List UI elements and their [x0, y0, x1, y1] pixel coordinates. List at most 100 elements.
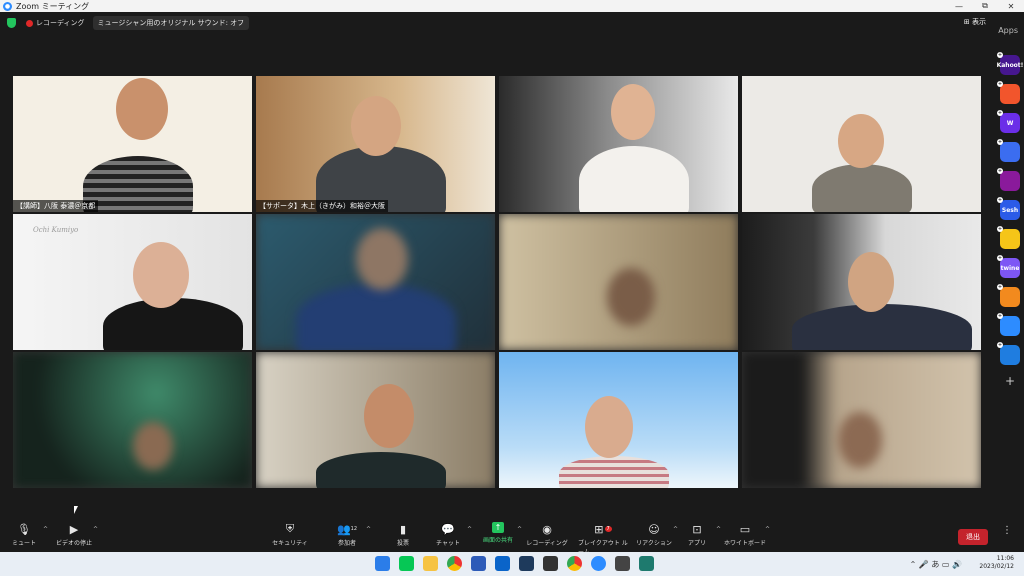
apps-options-caret[interactable]: ^	[716, 526, 721, 533]
sidebar-app-icon[interactable]: +	[997, 342, 1020, 365]
record-label: レコーディング	[526, 540, 568, 547]
mute-options-caret[interactable]: ^	[43, 526, 48, 533]
reactions-button[interactable]: ☺ リアクション ^	[632, 522, 678, 548]
sidebar-app-icon[interactable]: +	[997, 81, 1020, 104]
sidebar-app-icon[interactable]: +	[997, 168, 1020, 191]
outlook-icon[interactable]	[495, 556, 510, 571]
participant-name: 【講師】八阪 泰濃＠京都	[13, 200, 99, 212]
zoom-logo-icon: ●	[3, 1, 12, 11]
shield-icon: ⛨	[285, 522, 295, 535]
whiteboard-button[interactable]: ▭ ホワイトボード ^	[722, 522, 770, 548]
video-tile[interactable]	[256, 214, 495, 350]
add-app-icon[interactable]: +	[997, 313, 1003, 319]
recording-indicator[interactable]: レコーディング	[36, 18, 85, 28]
apps-label: アプリ	[687, 540, 706, 547]
stop-video-button[interactable]: ▶ ビデオの停止 ^	[52, 522, 98, 548]
sidebar-app-icon[interactable]: + Sesh	[997, 197, 1020, 220]
sidebar-app-icon[interactable]: + twine	[997, 255, 1020, 278]
share-screen-button[interactable]: ↑ 画面の共有 ^	[476, 522, 522, 544]
participants-icon: 👥 12	[336, 522, 358, 536]
share-options-caret[interactable]: ^	[517, 526, 522, 533]
sidebar-app-label: twine	[1000, 264, 1020, 272]
file-explorer-icon[interactable]	[423, 556, 438, 571]
leave-button[interactable]: 退出	[958, 529, 988, 545]
video-tile[interactable]	[499, 76, 738, 212]
stop-video-label: ビデオの停止	[55, 540, 92, 547]
add-app-icon[interactable]: +	[997, 81, 1003, 87]
add-app-icon[interactable]: +	[997, 139, 1003, 145]
chat-label: チャット	[436, 540, 460, 547]
chrome-icon[interactable]	[447, 556, 462, 571]
window-title: Zoom ミーティング	[16, 1, 90, 11]
security-button[interactable]: ⛨ セキュリティ	[268, 522, 312, 547]
calculator-icon[interactable]	[471, 556, 486, 571]
video-options-caret[interactable]: ^	[93, 526, 98, 533]
video-tile[interactable]	[13, 352, 252, 488]
window-titlebar: ● Zoom ミーティング — ⧉ ✕	[0, 0, 1024, 12]
video-tile[interactable]	[499, 214, 738, 350]
system-tray-icons[interactable]: ⌃ 🎤 あ ▭ 🔊	[910, 559, 962, 570]
desktop-app-icon[interactable]	[519, 556, 534, 571]
sidebar-app-icon[interactable]: + W	[997, 110, 1020, 133]
chat-options-caret[interactable]: ^	[467, 526, 472, 533]
close-button[interactable]: ✕	[998, 2, 1024, 11]
add-app-icon[interactable]: +	[997, 255, 1003, 261]
sidebar-app-icon[interactable]: + Kahoot!	[997, 52, 1023, 75]
app-taskbar-icon[interactable]	[615, 556, 630, 571]
chat-button[interactable]: 💬 チャット ^	[426, 522, 472, 548]
video-tile[interactable]: Ochi Kumiyo	[13, 214, 252, 350]
video-tile[interactable]	[742, 352, 981, 488]
chrome-profile-icon[interactable]	[567, 556, 582, 571]
participants-button[interactable]: 👥 12 参加者 ^	[325, 522, 371, 548]
video-tile[interactable]	[742, 214, 981, 350]
add-app-icon[interactable]: +	[997, 110, 1003, 116]
more-options-icon[interactable]: ⋮	[1002, 525, 1012, 536]
line-app-icon[interactable]	[399, 556, 414, 571]
whiteboard-options-caret[interactable]: ^	[765, 526, 770, 533]
add-app-icon[interactable]: +	[997, 197, 1003, 203]
minimize-button[interactable]: —	[946, 2, 972, 11]
video-tile[interactable]: 【サポータ】木上（きがみ）和裕＠大阪	[256, 76, 495, 212]
maximize-button[interactable]: ⧉	[972, 1, 998, 11]
video-tile[interactable]	[499, 352, 738, 488]
polls-button[interactable]: ▮ 投票	[381, 522, 425, 548]
security-label: セキュリティ	[272, 540, 308, 547]
record-button[interactable]: ◉ レコーディング	[525, 522, 569, 548]
add-app-icon[interactable]: +	[997, 284, 1003, 290]
clock[interactable]: 11:06 2023/02/12	[979, 555, 1014, 571]
zoom-taskbar-icon[interactable]	[591, 556, 606, 571]
meeting-topbar: レコーディング ミュージシャン用のオリジナル サウンド: オフ ⊞ 表示	[0, 12, 1024, 34]
add-app-icon[interactable]: +	[997, 168, 1003, 174]
record-icon: ◉	[542, 522, 552, 536]
add-more-apps-icon[interactable]: +	[1000, 374, 1020, 388]
add-app-icon[interactable]: +	[997, 342, 1003, 348]
participants-options-caret[interactable]: ^	[366, 526, 371, 533]
apps-grid-icon: ⊡	[692, 522, 702, 536]
share-arrow-icon: ↑	[492, 522, 504, 533]
sidebar-app-icon[interactable]: +	[997, 313, 1020, 336]
sidebar-app-icon[interactable]: +	[997, 284, 1020, 307]
apps-button[interactable]: ⊡ アプリ ^	[675, 522, 721, 548]
sidebar-app-label: Sesh	[1001, 206, 1019, 214]
mute-button[interactable]: 🎙 ミュート ^	[2, 522, 48, 548]
sidebar-app-icon[interactable]: +	[997, 226, 1020, 249]
video-camera-icon: ▶	[69, 522, 79, 536]
breakout-rooms-button[interactable]: ⊞7 ブレイクアウト ルーム	[578, 522, 628, 557]
view-button[interactable]: ⊞ 表示	[964, 17, 986, 27]
terminal-icon[interactable]	[543, 556, 558, 571]
video-tile[interactable]	[742, 76, 981, 212]
add-app-icon[interactable]: +	[997, 226, 1003, 232]
ime-indicator[interactable]: あ	[931, 560, 939, 569]
meeting-toolbar: 🎙 ミュート ^ ▶ ビデオの停止 ^ ⛨ セキュリティ 👥 12 参加者 ^ ▮…	[0, 518, 1024, 556]
video-tile[interactable]	[256, 352, 495, 488]
security-shield-icon[interactable]	[7, 18, 16, 28]
windows-start-icon[interactable]	[375, 556, 390, 571]
bar-chart-icon: ▮	[399, 522, 407, 536]
add-app-icon[interactable]: +	[997, 52, 1003, 58]
app2-taskbar-icon[interactable]	[639, 556, 654, 571]
sidebar-app-icon[interactable]: +	[997, 139, 1020, 162]
original-sound-toggle[interactable]: ミュージシャン用のオリジナル サウンド: オフ	[92, 16, 250, 30]
video-tile[interactable]: 【講師】八阪 泰濃＠京都	[13, 76, 252, 212]
reactions-label: リアクション	[636, 540, 672, 547]
participant-name: 【サポータ】木上（きがみ）和裕＠大阪	[256, 200, 388, 212]
